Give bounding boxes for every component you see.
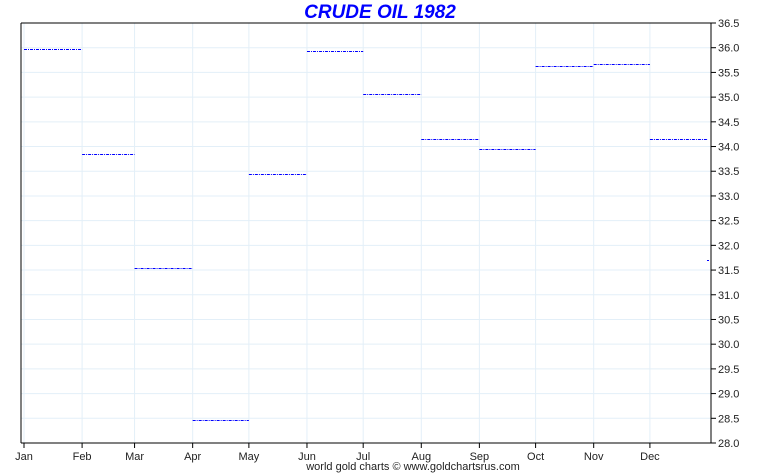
y-tick-label: 29.0 (718, 389, 739, 401)
y-tick-label: 36.0 (718, 43, 739, 55)
chart-credit: world gold charts © www.goldchartsrus.co… (306, 461, 520, 473)
y-tick-label: 33.5 (718, 166, 739, 178)
y-tick-label: 35.5 (718, 67, 739, 79)
y-tick-label: 30.5 (718, 314, 739, 326)
y-tick-label: 32.0 (718, 240, 739, 252)
y-tick-label: 34.0 (718, 142, 739, 154)
y-tick-label: 28.5 (718, 413, 739, 425)
y-tick-label: 28.0 (718, 438, 739, 450)
y-tick-label: 36.5 (718, 18, 739, 30)
y-tick-label: 33.0 (718, 191, 739, 203)
y-tick-label: 34.5 (718, 117, 739, 129)
y-tick-label: 32.5 (718, 216, 739, 228)
y-tick-label: 35.0 (718, 92, 739, 104)
y-tick-label: 30.0 (718, 339, 739, 351)
y-tick-label: 31.5 (718, 265, 739, 277)
crude-oil-chart: 28.0 28.5 29.0 29.5 30.0 30.5 31.0 31.5 32.0 32.5… (15, 18, 739, 463)
y-tick-label: 31.0 (718, 290, 739, 302)
y-tick-label: 29.5 (718, 364, 739, 376)
